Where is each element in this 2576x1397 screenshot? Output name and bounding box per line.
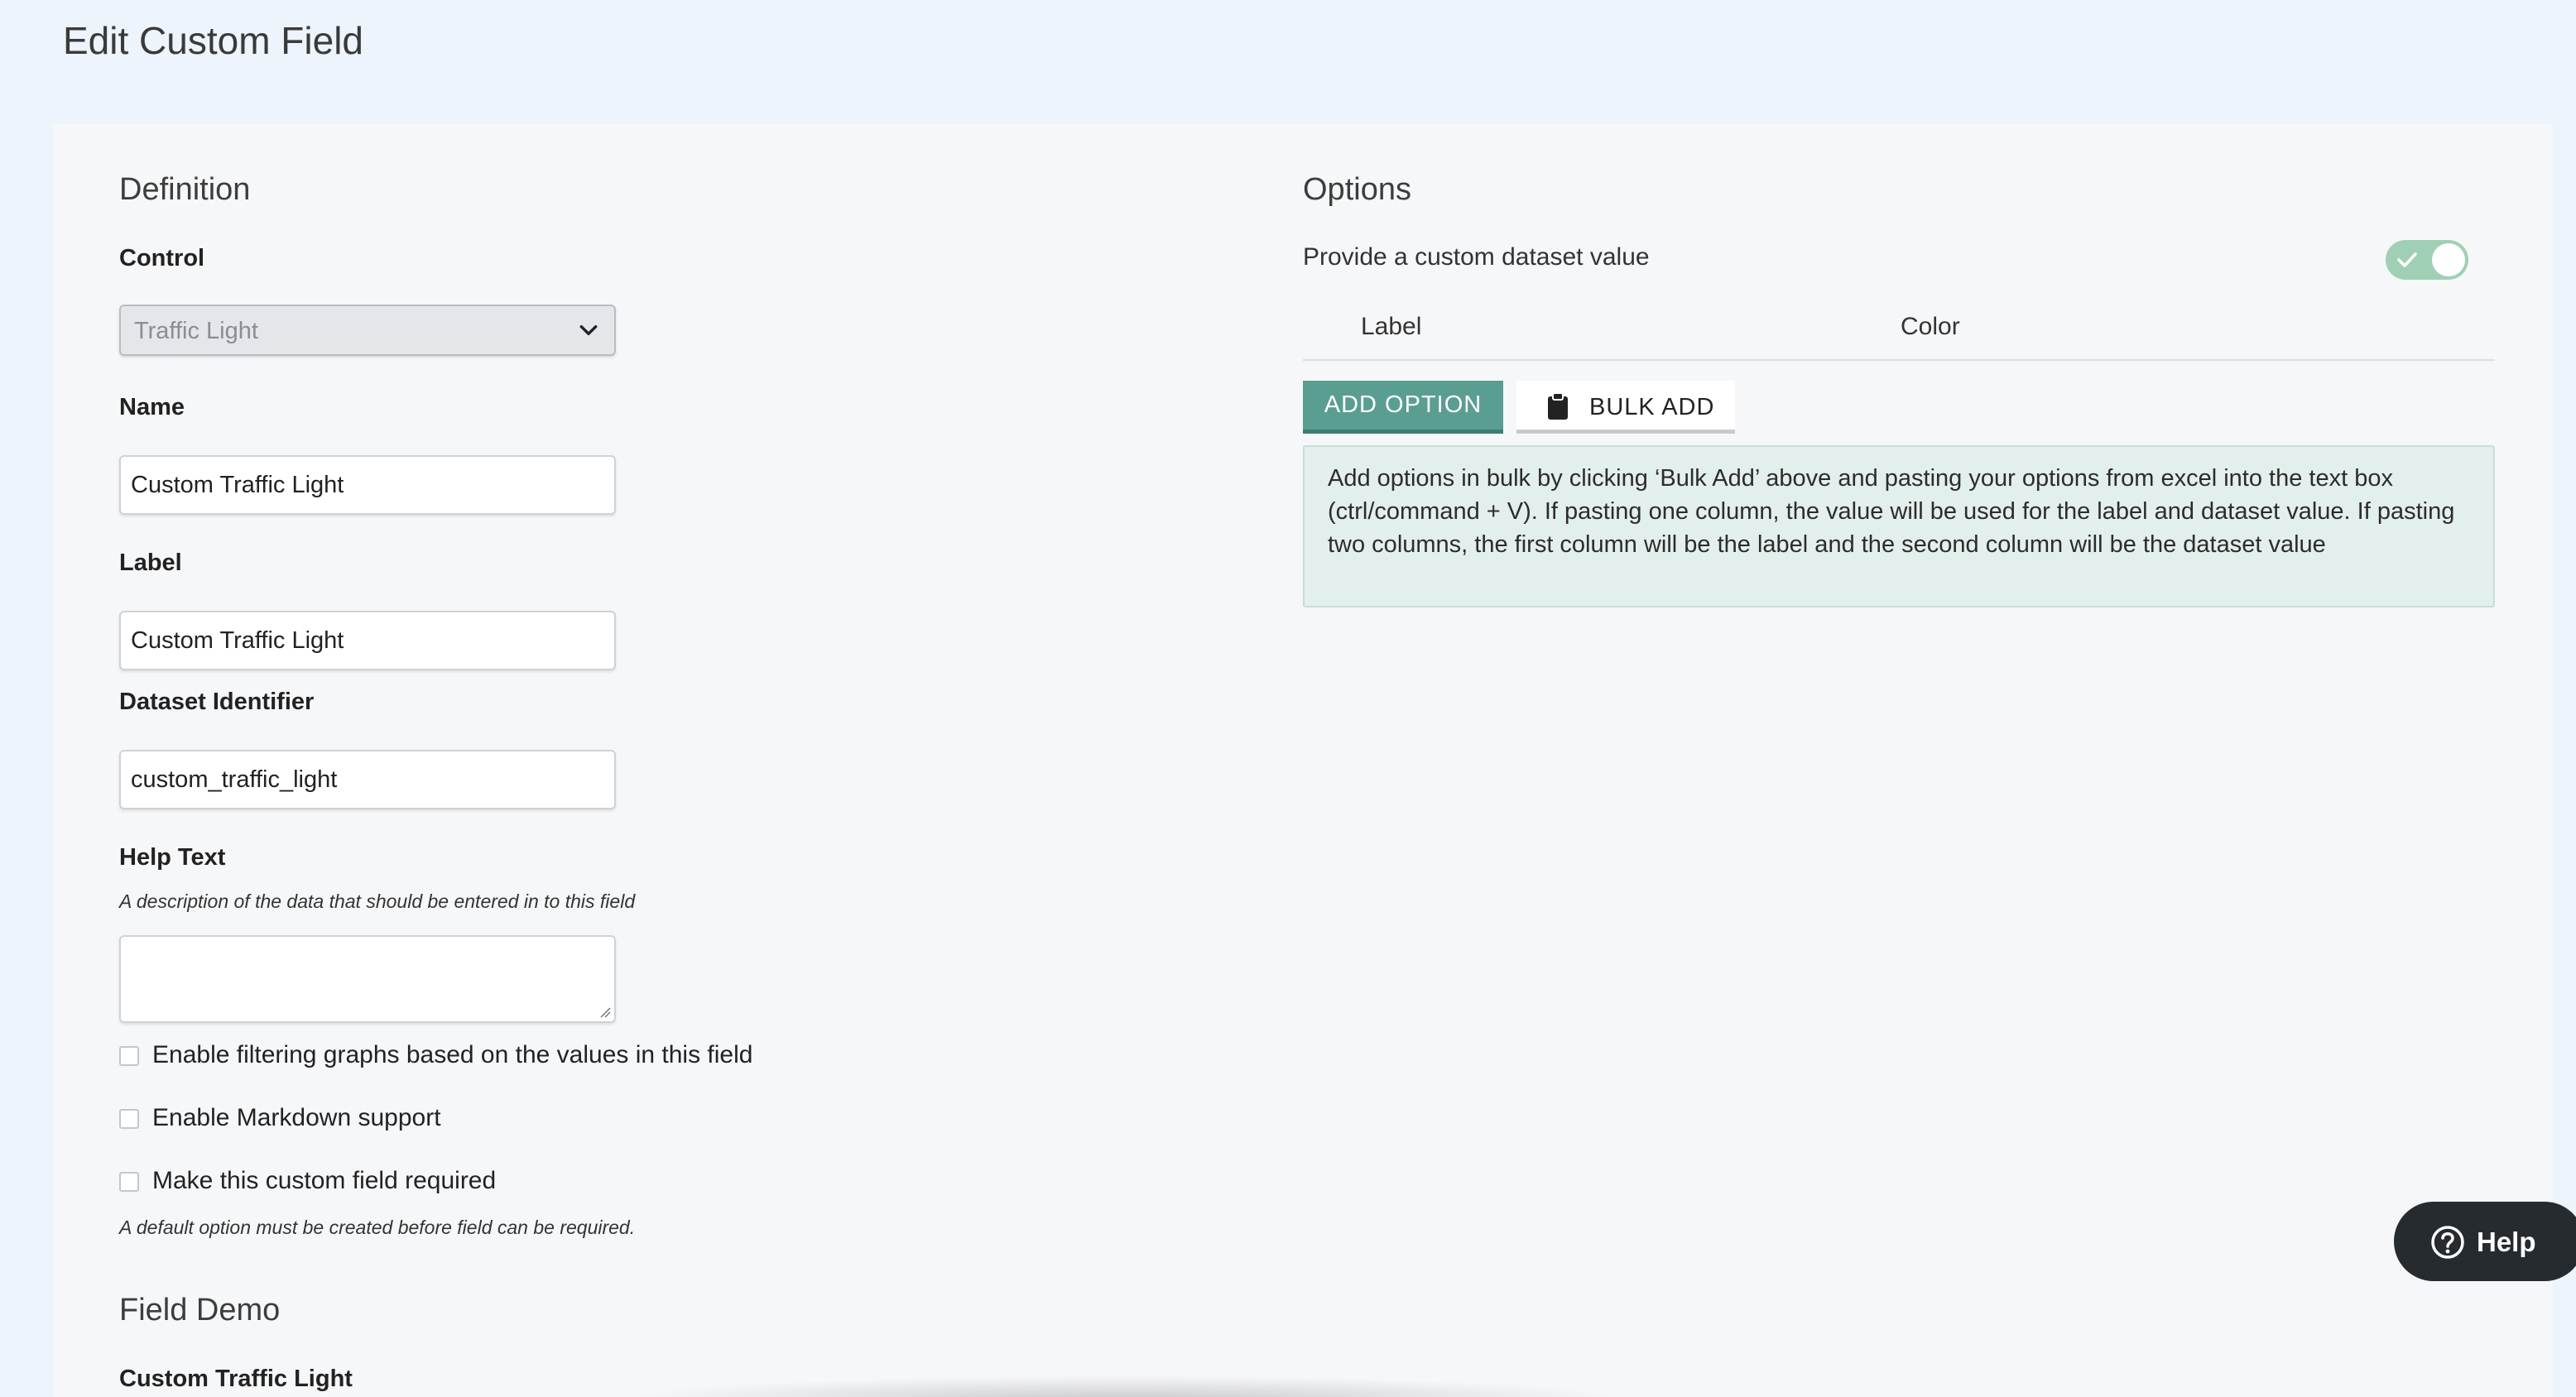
control-label: Control [119, 245, 205, 271]
name-input[interactable]: Custom Traffic Light [119, 455, 616, 515]
bulk-add-button[interactable]: BULK ADD [1516, 381, 1735, 434]
checkbox-label: Enable Markdown support [152, 1104, 441, 1131]
options-title: Options [1303, 172, 1411, 207]
check-icon [2397, 252, 2417, 267]
checkbox-label: Enable filtering graphs based on the val… [152, 1041, 753, 1068]
help-button[interactable]: Help [2394, 1202, 2576, 1281]
clipboard-icon [1548, 392, 1568, 420]
label-input[interactable]: Custom Traffic Light [119, 611, 616, 670]
checkbox-box[interactable] [119, 1109, 139, 1129]
help-text-textarea[interactable] [119, 935, 616, 1023]
checkbox-label: Make this custom field required [152, 1167, 497, 1194]
divider [1303, 359, 2495, 361]
column-header-color: Color [1901, 313, 1960, 340]
field-demo-label: Custom Traffic Light [119, 1366, 353, 1392]
checkbox-box[interactable] [119, 1046, 139, 1066]
toggle-knob [2432, 243, 2465, 276]
bulk-add-info: Add options in bulk by clicking ‘Bulk Ad… [1303, 445, 2495, 607]
chevron-down-icon [579, 324, 598, 336]
help-text-hint: A description of the data that should be… [119, 891, 636, 912]
label-label: Label [119, 550, 182, 576]
custom-dataset-toggle-label: Provide a custom dataset value [1303, 243, 1650, 271]
required-hint: A default option must be created before … [119, 1217, 636, 1238]
control-select-value: Traffic Light [134, 318, 258, 344]
resize-grip-icon[interactable] [599, 1006, 611, 1018]
name-label: Name [119, 394, 185, 420]
dataset-identifier-label: Dataset Identifier [119, 689, 315, 715]
checkbox-box[interactable] [119, 1172, 139, 1192]
column-header-label: Label [1361, 313, 1422, 340]
add-option-button[interactable]: ADD OPTION [1303, 381, 1503, 434]
definition-title: Definition [119, 172, 251, 207]
bulk-add-label: BULK ADD [1589, 394, 1715, 420]
dataset-identifier-input[interactable]: custom_traffic_light [119, 750, 616, 809]
help-button-label: Help [2477, 1227, 2536, 1257]
question-circle-icon [2431, 1226, 2464, 1259]
field-demo-title: Field Demo [119, 1293, 281, 1327]
help-text-label: Help Text [119, 844, 226, 871]
page-title: Edit Custom Field [63, 19, 364, 62]
edit-field-card: Definition Control Traffic Light Name Cu… [53, 124, 2553, 1397]
control-select[interactable]: Traffic Light [119, 305, 616, 356]
custom-dataset-toggle[interactable] [2386, 240, 2468, 280]
bottom-shadow [613, 1375, 1639, 1397]
